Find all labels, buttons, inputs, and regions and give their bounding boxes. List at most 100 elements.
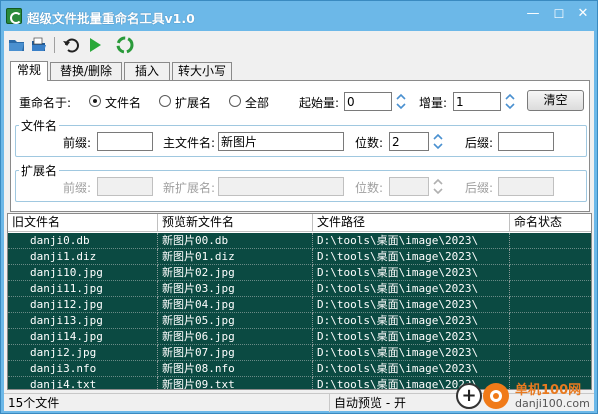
cell-status	[510, 329, 591, 345]
cell-new-name: 新图片03.jpg	[158, 281, 313, 297]
fn-suffix-label: 后缀:	[465, 136, 494, 150]
step-input[interactable]	[453, 92, 501, 111]
cell-old-name: danji3.nfo	[8, 361, 158, 377]
cell-old-name: danji4.txt	[8, 377, 158, 389]
cell-status	[510, 249, 591, 265]
watermark-logo-icon	[483, 383, 509, 409]
cell-new-name: 新图片00.db	[158, 233, 313, 249]
filename-group-title: 文件名	[19, 117, 60, 134]
cell-path: D:\tools\桌面\image\2023\	[313, 233, 510, 249]
fn-digits-input[interactable]	[389, 132, 429, 151]
cell-old-name: danji1.diz	[8, 249, 158, 265]
cell-old-name: danji12.jpg	[8, 297, 158, 313]
ext-prefix-input[interactable]	[97, 177, 153, 196]
close-button[interactable]: ✕	[573, 5, 593, 23]
table-row[interactable]: danji1.diz 新图片01.diz D:\tools\桌面\image\202…	[8, 249, 591, 265]
radio-extension[interactable]	[159, 95, 171, 107]
cell-old-name: danji10.jpg	[8, 265, 158, 281]
fn-prefix-label: 前缀:	[63, 136, 92, 150]
table-row[interactable]: danji13.jpg 新图片05.jpg D:\tools\桌面\image\20…	[8, 313, 591, 329]
step-label: 增量:	[419, 96, 448, 110]
tab-case[interactable]: 转大小写	[172, 62, 232, 80]
radio-all[interactable]	[229, 95, 241, 107]
table-row[interactable]: danji11.jpg 新图片03.jpg D:\tools\桌面\image\20…	[8, 281, 591, 297]
toolbar-separator	[54, 37, 55, 53]
watermark: + 单机100网 danji100.com	[453, 375, 598, 415]
toolbar	[4, 31, 594, 59]
minimize-button[interactable]: —	[523, 5, 543, 23]
cell-status	[510, 313, 591, 329]
status-file-count: 15个文件	[4, 394, 330, 412]
ext-suffix-input[interactable]	[498, 177, 554, 196]
general-panel: 重命名于: 文件名 扩展名 全部 起始量: 增量: 清空 文件名 前缀: 主文件…	[10, 80, 590, 212]
cell-status	[510, 281, 591, 297]
ext-new-label: 新扩展名:	[163, 181, 216, 195]
cell-new-name: 新图片08.nfo	[158, 361, 313, 377]
cell-old-name: danji14.jpg	[8, 329, 158, 345]
watermark-plus-icon: +	[456, 383, 482, 409]
cell-path: D:\tools\桌面\image\2023\	[313, 345, 510, 361]
watermark-site-cn: 单机100网	[515, 383, 582, 398]
radio-filename[interactable]	[89, 95, 101, 107]
fn-suffix-input[interactable]	[498, 132, 554, 151]
tab-general[interactable]: 常规	[10, 61, 48, 81]
app-window: 超级文件批量重命名工具v1.0 — ☐ ✕ 常规 替换/删除 插入 转大小写 重…	[0, 0, 598, 414]
cell-new-name: 新图片05.jpg	[158, 313, 313, 329]
cell-path: D:\tools\桌面\image\2023\	[313, 265, 510, 281]
ext-digits-input[interactable]	[389, 177, 429, 196]
cell-old-name: danji0.db	[8, 233, 158, 249]
window-title: 超级文件批量重命名工具v1.0	[27, 11, 195, 26]
radio-extension-label[interactable]: 扩展名	[175, 94, 211, 111]
open-folder-icon[interactable]	[8, 36, 26, 54]
table-row[interactable]: danji0.db 新图片00.db D:\tools\桌面\image\2023\	[8, 233, 591, 249]
cell-new-name: 新图片04.jpg	[158, 297, 313, 313]
open-file-icon[interactable]	[30, 36, 48, 54]
rename-to-label: 重命名于:	[19, 96, 72, 110]
ext-digits-label: 位数:	[355, 181, 384, 195]
table-row[interactable]: danji2.jpg 新图片07.jpg D:\tools\桌面\image\202…	[8, 345, 591, 361]
cell-new-name: 新图片07.jpg	[158, 345, 313, 361]
table-row[interactable]: danji10.jpg 新图片02.jpg D:\tools\桌面\image\20…	[8, 265, 591, 281]
cell-status	[510, 297, 591, 313]
ext-digits-spinner-icon[interactable]	[432, 177, 444, 196]
ext-suffix-label: 后缀:	[465, 181, 494, 195]
cell-old-name: danji13.jpg	[8, 313, 158, 329]
start-input[interactable]	[344, 92, 392, 111]
file-table[interactable]: 旧文件名 预览新文件名 文件路径 命名状态 danji0.db 新图片00.db D…	[7, 213, 592, 390]
fn-main-input[interactable]	[218, 132, 344, 151]
title-bar[interactable]: 超级文件批量重命名工具v1.0 — ☐ ✕	[1, 1, 597, 31]
col-new-name[interactable]: 预览新文件名	[158, 214, 313, 232]
fn-digits-label: 位数:	[355, 136, 384, 150]
run-icon[interactable]	[86, 36, 104, 54]
col-path[interactable]: 文件路径	[313, 214, 510, 232]
start-label: 起始量:	[299, 96, 340, 110]
clear-button[interactable]: 清空	[527, 90, 584, 111]
start-spinner-icon[interactable]	[395, 92, 407, 111]
cell-path: D:\tools\桌面\image\2023\	[313, 281, 510, 297]
cell-path: D:\tools\桌面\image\2023\	[313, 329, 510, 345]
table-row[interactable]: danji12.jpg 新图片04.jpg D:\tools\桌面\image\20…	[8, 297, 591, 313]
cell-status	[510, 345, 591, 361]
cell-new-name: 新图片02.jpg	[158, 265, 313, 281]
radio-filename-label[interactable]: 文件名	[105, 94, 141, 111]
recycle-icon[interactable]	[116, 36, 134, 54]
fn-prefix-input[interactable]	[97, 132, 153, 151]
tab-replace-delete[interactable]: 替换/删除	[50, 62, 122, 80]
cell-path: D:\tools\桌面\image\2023\	[313, 249, 510, 265]
col-old-name[interactable]: 旧文件名	[8, 214, 158, 232]
col-status[interactable]: 命名状态	[510, 214, 591, 232]
ext-new-input[interactable]	[218, 177, 344, 196]
undo-icon[interactable]	[62, 36, 80, 54]
table-header: 旧文件名 预览新文件名 文件路径 命名状态	[8, 214, 591, 232]
step-spinner-icon[interactable]	[504, 92, 516, 111]
radio-all-label[interactable]: 全部	[245, 94, 269, 111]
cell-path: D:\tools\桌面\image\2023\	[313, 313, 510, 329]
ext-group-title: 扩展名	[19, 162, 60, 179]
cell-status	[510, 265, 591, 281]
fn-digits-spinner-icon[interactable]	[432, 132, 444, 151]
cell-path: D:\tools\桌面\image\2023\	[313, 297, 510, 313]
table-row[interactable]: danji14.jpg 新图片06.jpg D:\tools\桌面\image\20…	[8, 329, 591, 345]
tab-insert[interactable]: 插入	[124, 62, 170, 80]
cell-old-name: danji11.jpg	[8, 281, 158, 297]
maximize-button[interactable]: ☐	[549, 5, 569, 23]
